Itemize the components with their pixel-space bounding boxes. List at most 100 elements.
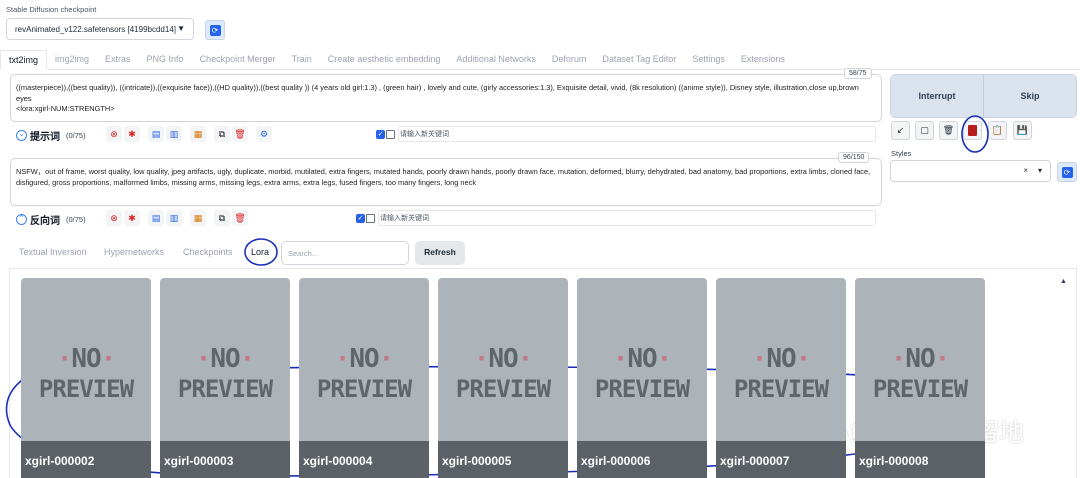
tab-create-aesthetic-embedding[interactable]: Create aesthetic embedding	[320, 50, 449, 69]
expand-icon: ⌃	[16, 214, 27, 225]
tab-txt2img[interactable]: txt2img	[0, 50, 48, 70]
lora-card[interactable]: ·NO· PREVIEW xgirl-000002	[21, 278, 151, 478]
trash-button[interactable]: 🗑	[939, 121, 958, 140]
checkbox-icon[interactable]	[366, 213, 375, 223]
no-preview-line2: PREVIEW	[38, 375, 134, 403]
clear-icon[interactable]: ×	[1023, 166, 1028, 175]
negative-tool-red-x-icon[interactable]: ⊗	[106, 210, 122, 226]
lora-card[interactable]: ·NO· PREVIEW xgirl-000005	[438, 278, 568, 478]
lora-card-name: xgirl-000005	[438, 441, 568, 478]
negative-tool-red-gear-icon[interactable]: ✱	[124, 210, 140, 226]
prompt-textarea[interactable]: ((masterpiece)),((best quality)), ((intr…	[10, 74, 882, 122]
no-preview-line2: PREVIEW	[177, 375, 273, 403]
prompt-tool-doc-icon[interactable]: ▤	[148, 126, 164, 142]
lora-card[interactable]: ·NO· PREVIEW xgirl-000006	[577, 278, 707, 478]
no-preview-line1: ·NO·	[890, 344, 951, 374]
no-preview-line1: ·NO·	[334, 344, 395, 374]
negative-token-counter: 96/150	[838, 152, 870, 163]
lora-card[interactable]: ·NO· PREVIEW xgirl-000008	[855, 278, 985, 478]
network-tab-hypernetworks[interactable]: Hypernetworks	[104, 242, 164, 257]
prompt-tool-trash-icon[interactable]: 🗑	[232, 126, 248, 142]
lora-card-name: xgirl-000002	[21, 441, 151, 478]
prompt-keyword-input[interactable]	[398, 126, 876, 142]
tab-extras[interactable]: Extras	[97, 50, 139, 69]
lora-card-name: xgirl-000007	[716, 441, 846, 478]
no-preview-line2: PREVIEW	[316, 375, 412, 403]
lora-card-name: xgirl-000004	[299, 441, 429, 478]
no-preview-line2: PREVIEW	[455, 375, 551, 403]
prompt-lora-line: <lora:xgirl-NUM:STRENGTH>	[16, 104, 115, 113]
checkbox-checked-icon[interactable]: ✓	[356, 213, 365, 223]
lora-card-name: xgirl-000003	[160, 441, 290, 478]
lora-card[interactable]: ·NO· PREVIEW xgirl-000004	[299, 278, 429, 478]
styles-select[interactable]: × ▾	[890, 160, 1051, 182]
prompt-tool-red-gear-icon[interactable]: ✱	[124, 126, 140, 142]
network-search-input[interactable]: Search...	[281, 241, 409, 265]
generate-button-group: Interrupt Skip	[890, 74, 1077, 118]
prompt-label[interactable]: ⌄ 提示词 (0/75)	[16, 128, 86, 143]
tab-additional-networks[interactable]: Additional Networks	[448, 50, 544, 69]
styles-label: Styles	[891, 149, 912, 158]
negative-keyword-input[interactable]	[378, 210, 876, 226]
no-preview-line1: ·NO·	[751, 344, 812, 374]
negative-prompt-textarea[interactable]: NSFW，out of frame, worst quality, low qu…	[10, 158, 882, 206]
negative-tool-copy-icon[interactable]: ⧉	[214, 210, 230, 226]
checkbox-icon[interactable]	[386, 129, 395, 139]
network-tab-checkpoints[interactable]: Checkpoints	[183, 242, 233, 257]
prompt-tool-red-x-icon[interactable]: ⊗	[106, 126, 122, 142]
network-tab-lora[interactable]: Lora	[251, 242, 269, 257]
refresh-icon: ⟳	[1061, 166, 1073, 178]
negative-label[interactable]: ⌃ 反向词 (0/75)	[16, 212, 86, 227]
tab-deforum[interactable]: Deforum	[544, 50, 595, 69]
clear-prompt-button[interactable]: ▢	[915, 121, 934, 140]
prompt-token-counter: 58/75	[844, 68, 872, 79]
tab-train[interactable]: Train	[284, 50, 320, 69]
collapse-icon: ⌄	[16, 130, 27, 141]
refresh-styles-button[interactable]: ⟳	[1057, 162, 1077, 182]
apply-style-button[interactable]: 📋	[988, 121, 1007, 140]
tab-img2img[interactable]: img2img	[47, 50, 97, 69]
tab-dataset-tag-editor[interactable]: Dataset Tag Editor	[594, 50, 684, 69]
negative-tool-doc-icon[interactable]: ▤	[148, 210, 164, 226]
no-preview-line1: ·NO·	[56, 344, 117, 374]
square-icon: ▢	[920, 125, 929, 135]
negative-tool-trash-icon[interactable]: 🗑	[232, 210, 248, 226]
lora-card[interactable]: ·NO· PREVIEW xgirl-000007	[716, 278, 846, 478]
prompt-tool-list-icon[interactable]: ▥	[166, 126, 182, 142]
negative-tool-list-icon[interactable]: ▥	[166, 210, 182, 226]
tab-extensions[interactable]: Extensions	[733, 50, 793, 69]
trash-icon: 🗑	[942, 125, 955, 135]
show-extra-networks-button[interactable]	[963, 121, 982, 140]
negative-tool-grid-icon[interactable]: ▦	[190, 210, 206, 226]
chevron-down-icon: ▼	[177, 24, 185, 33]
negative-count: (0/75)	[66, 215, 86, 224]
refresh-checkpoint-button[interactable]: ⟳	[205, 20, 225, 40]
skip-button[interactable]: Skip	[983, 75, 1076, 117]
checkpoint-select[interactable]: revAnimated_v122.safetensors [4199bcdd14…	[6, 18, 194, 40]
lora-card[interactable]: ·NO· PREVIEW xgirl-000003	[160, 278, 290, 478]
save-icon: 💾	[1016, 125, 1029, 135]
paste-params-button[interactable]: ↙	[891, 121, 910, 140]
network-tab-textual-inversion[interactable]: Textual Inversion	[19, 242, 87, 257]
prompt-tool-settings-icon[interactable]: ⚙	[256, 126, 272, 142]
negative-prompt-text: NSFW，out of frame, worst quality, low qu…	[16, 167, 871, 187]
checkbox-checked-icon[interactable]: ✓	[376, 129, 385, 139]
chevron-down-icon: ▾	[1037, 166, 1042, 175]
tab-checkpoint-merger[interactable]: Checkpoint Merger	[192, 50, 284, 69]
no-preview-line1: ·NO·	[612, 344, 673, 374]
prompt-count: (0/75)	[66, 131, 86, 140]
tab-png-info[interactable]: PNG Info	[139, 50, 192, 69]
tab-settings[interactable]: Settings	[684, 50, 733, 69]
prompt-tool-copy-icon[interactable]: ⧉	[214, 126, 230, 142]
refresh-networks-button[interactable]: Refresh	[415, 241, 465, 265]
prompt-text: ((masterpiece)),((best quality)), ((intr…	[16, 83, 859, 103]
arrow-icon: ↙	[896, 125, 905, 135]
no-preview-line1: ·NO·	[195, 344, 256, 374]
prompt-tool-grid-icon[interactable]: ▦	[190, 126, 206, 142]
no-preview-line2: PREVIEW	[872, 375, 968, 403]
refresh-icon: ⟳	[209, 24, 221, 36]
interrupt-button[interactable]: Interrupt	[891, 75, 983, 117]
save-style-button[interactable]: 💾	[1013, 121, 1032, 140]
scroll-up-arrow-icon[interactable]: ▲	[1060, 278, 1067, 285]
no-preview-line1: ·NO·	[473, 344, 534, 374]
